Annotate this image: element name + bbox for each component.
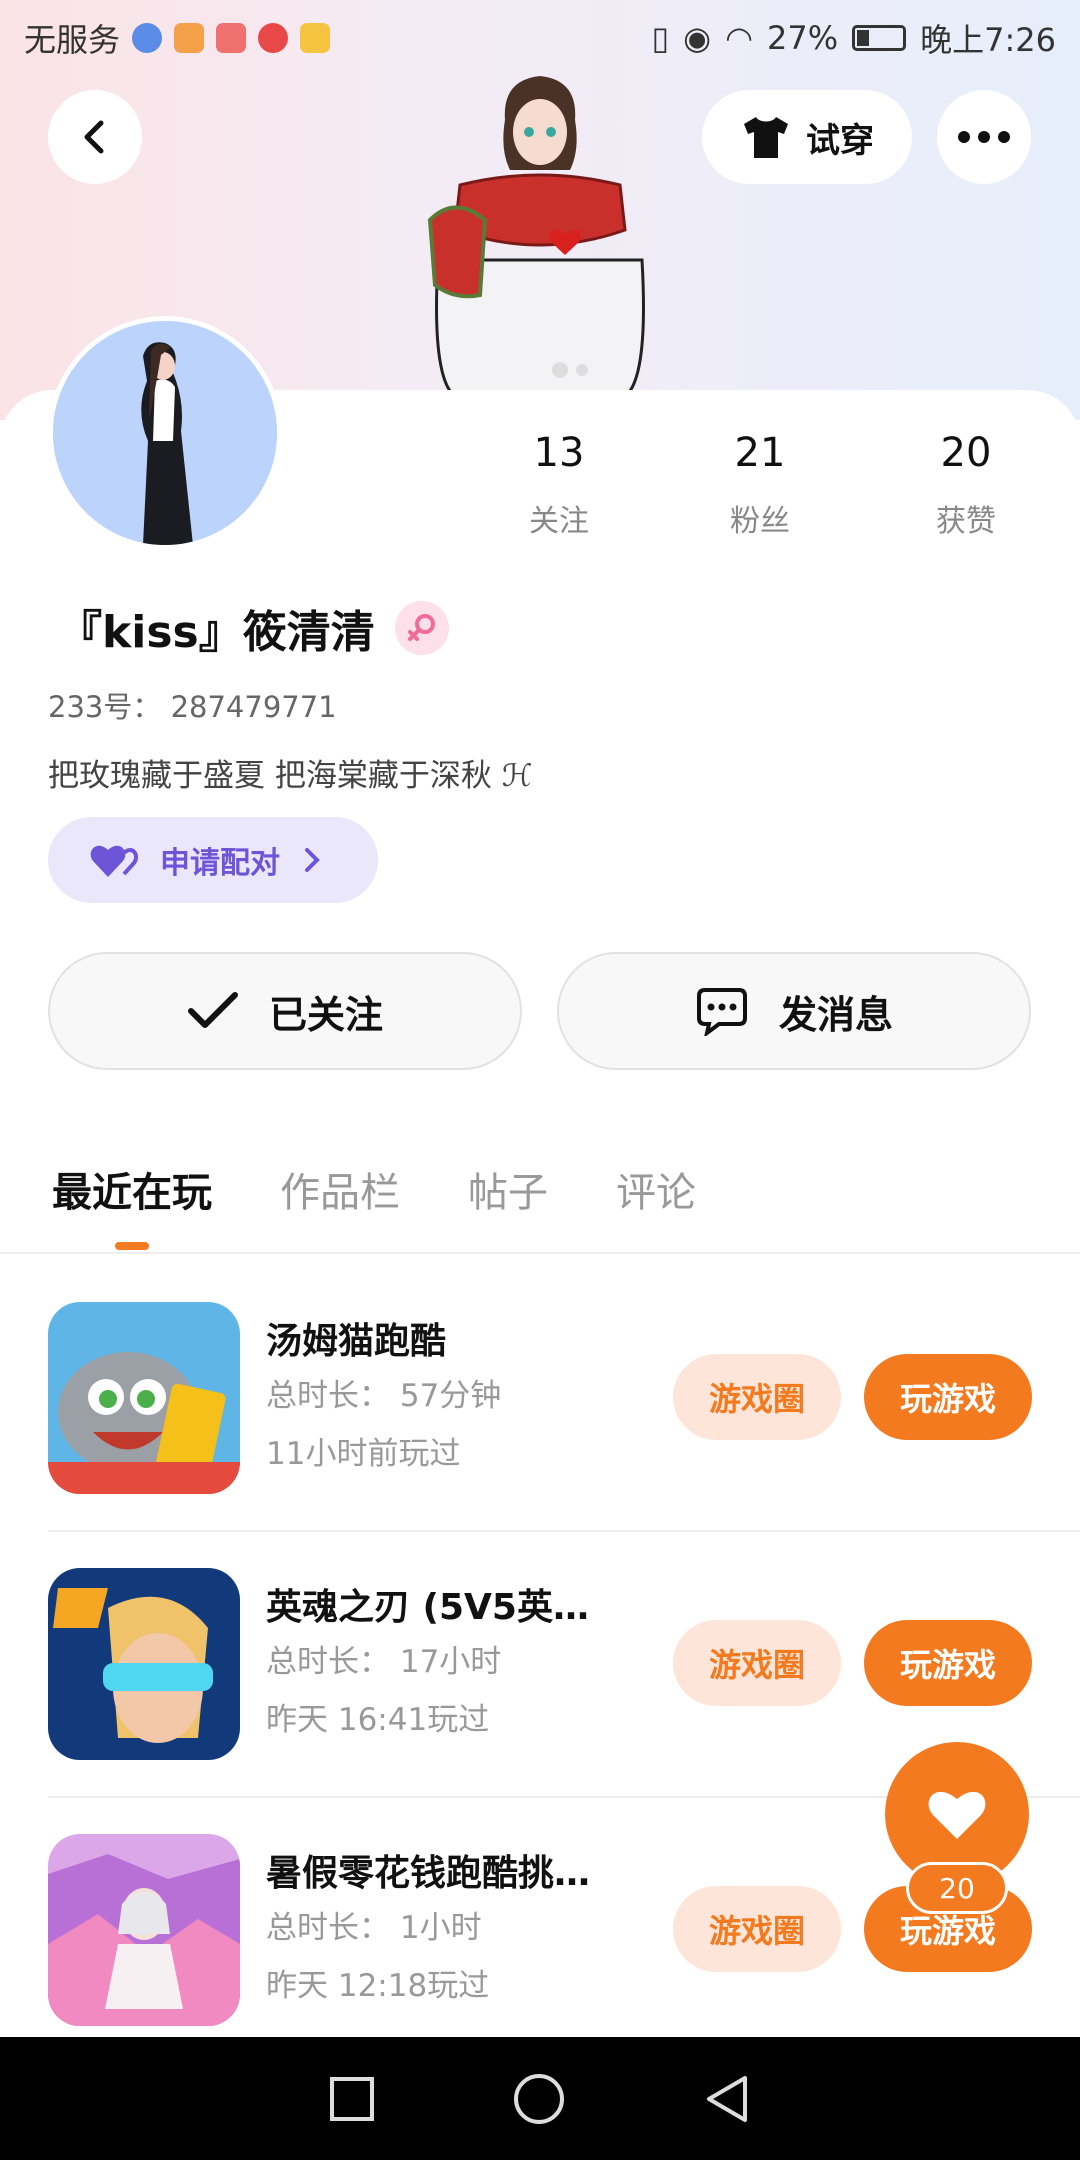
tshirt-icon (744, 117, 788, 158)
followed-button[interactable]: 已关注 (48, 952, 522, 1070)
tab-posts-label: 帖子 (468, 1170, 548, 1216)
stat-likes[interactable]: 20 获赞 (896, 430, 1036, 540)
system-navigation-bar (0, 2037, 1080, 2160)
user-avatar[interactable] (48, 316, 282, 550)
battery-percent: 27% (767, 18, 839, 57)
stat-fans[interactable]: 21 粉丝 (690, 430, 830, 540)
message-bubble-icon (696, 988, 747, 1036)
tab-works-label: 作品栏 (280, 1170, 400, 1216)
pair-hearts-icon (90, 845, 138, 877)
tab-comments[interactable]: 评论 (616, 1160, 696, 1250)
checkmark-icon (187, 992, 238, 1028)
chevron-right-icon (305, 848, 320, 872)
game-last-played: 昨天 16:41玩过 (266, 1702, 490, 1738)
avatar-character-figure (427, 76, 645, 400)
game-circle-button[interactable]: 游戏圈 (673, 1886, 841, 1972)
game-icon-summer-parkour[interactable] (48, 1834, 240, 2026)
stat-following-label: 关注 (529, 504, 589, 539)
more-dots-icon (958, 131, 1010, 143)
stat-following[interactable]: 13 关注 (489, 430, 629, 540)
status-bar: 无服务 ▯ ◉ ◠ 27% 晚上7:26 (0, 0, 1080, 75)
profile-tabs: 最近在玩 作品栏 帖子 评论 (52, 1160, 696, 1250)
game-last-played: 昨天 12:18玩过 (266, 1968, 490, 2004)
music-app-icon (258, 22, 289, 53)
stat-fans-label: 粉丝 (730, 504, 790, 539)
stat-following-count: 13 (533, 430, 585, 476)
stat-likes-count: 20 (940, 430, 992, 476)
user-name-row: 『kiss』筱清清 (58, 596, 449, 660)
game-row: 汤姆猫跑酷 总时长： 57分钟 11小时前玩过 游戏圈 玩游戏 (48, 1264, 1033, 1530)
try-on-label: 试穿 (806, 120, 874, 161)
play-game-button[interactable]: 玩游戏 (864, 1620, 1032, 1706)
vibrate-icon: ▯ (651, 18, 670, 57)
tab-posts[interactable]: 帖子 (468, 1160, 548, 1250)
game-row: 暑假零花钱跑酷挑… 总时长： 1小时 昨天 12:18玩过 游戏圈 玩游戏 (48, 1796, 1033, 2062)
game-circle-button[interactable]: 游戏圈 (673, 1354, 841, 1440)
more-button[interactable] (937, 90, 1031, 184)
back-button[interactable] (48, 90, 142, 184)
stat-likes-label: 获赞 (936, 504, 996, 539)
active-tab-indicator (115, 1242, 149, 1250)
game-duration: 总时长： 1小时 (266, 1910, 482, 1946)
request-pair-label: 申请配对 (160, 846, 280, 881)
battery-icon (852, 24, 907, 51)
tab-comments-label: 评论 (616, 1170, 696, 1216)
request-pair-button[interactable]: 申请配对 (48, 817, 378, 903)
recent-apps-icon[interactable] (329, 2076, 375, 2122)
gallery-app-icon (300, 22, 331, 53)
tabs-divider (0, 1252, 1080, 1254)
game-circle-button[interactable]: 游戏圈 (673, 1620, 841, 1706)
user-id: 233号： 287479771 (48, 690, 337, 724)
carrier-text: 无服务 (24, 20, 121, 59)
like-count-badge: 20 (906, 1862, 1008, 1914)
stat-fans-count: 21 (734, 430, 786, 476)
avatar-character-image (53, 321, 277, 545)
game-icon-hero-blade[interactable] (48, 1568, 240, 1760)
video-app-icon (174, 22, 205, 53)
game-title: 暑假零花钱跑酷挑… (266, 1853, 591, 1894)
send-message-button[interactable]: 发消息 (557, 952, 1031, 1070)
user-bio: 把玫瑰藏于盛夏 把海棠藏于深秋 ℋ (48, 758, 533, 794)
game-duration: 总时长： 57分钟 (266, 1378, 502, 1414)
game-title: 英魂之刃 (5V5英… (266, 1587, 589, 1628)
game-title: 汤姆猫跑酷 (266, 1321, 447, 1362)
send-message-label: 发消息 (778, 992, 893, 1037)
home-icon[interactable] (513, 2073, 565, 2125)
browser-app-icon (132, 22, 163, 53)
female-gender-icon (394, 601, 449, 655)
huawei-app-icon (216, 22, 247, 53)
game-last-played: 11小时前玩过 (266, 1436, 461, 1472)
tab-works[interactable]: 作品栏 (280, 1160, 400, 1250)
eye-comfort-icon: ◉ (683, 18, 712, 57)
tab-recently-played-label: 最近在玩 (52, 1170, 212, 1216)
game-row: 英魂之刃 (5V5英… 总时长： 17小时 昨天 16:41玩过 游戏圈 玩游戏 (48, 1530, 1033, 1796)
game-duration: 总时长： 17小时 (266, 1644, 502, 1680)
wifi-icon: ◠ (725, 18, 753, 57)
user-name: 『kiss』筱清清 (58, 607, 375, 658)
back-arrow-icon (84, 120, 104, 154)
clock-text: 晚上7:26 (920, 20, 1056, 59)
play-game-button[interactable]: 玩游戏 (864, 1354, 1032, 1440)
heart-icon (928, 1791, 986, 1839)
tab-recently-played[interactable]: 最近在玩 (52, 1160, 212, 1250)
followed-label: 已关注 (268, 992, 383, 1037)
game-icon-talking-tom[interactable] (48, 1302, 240, 1494)
back-nav-icon[interactable] (703, 2074, 751, 2124)
try-on-button[interactable]: 试穿 (702, 90, 912, 184)
